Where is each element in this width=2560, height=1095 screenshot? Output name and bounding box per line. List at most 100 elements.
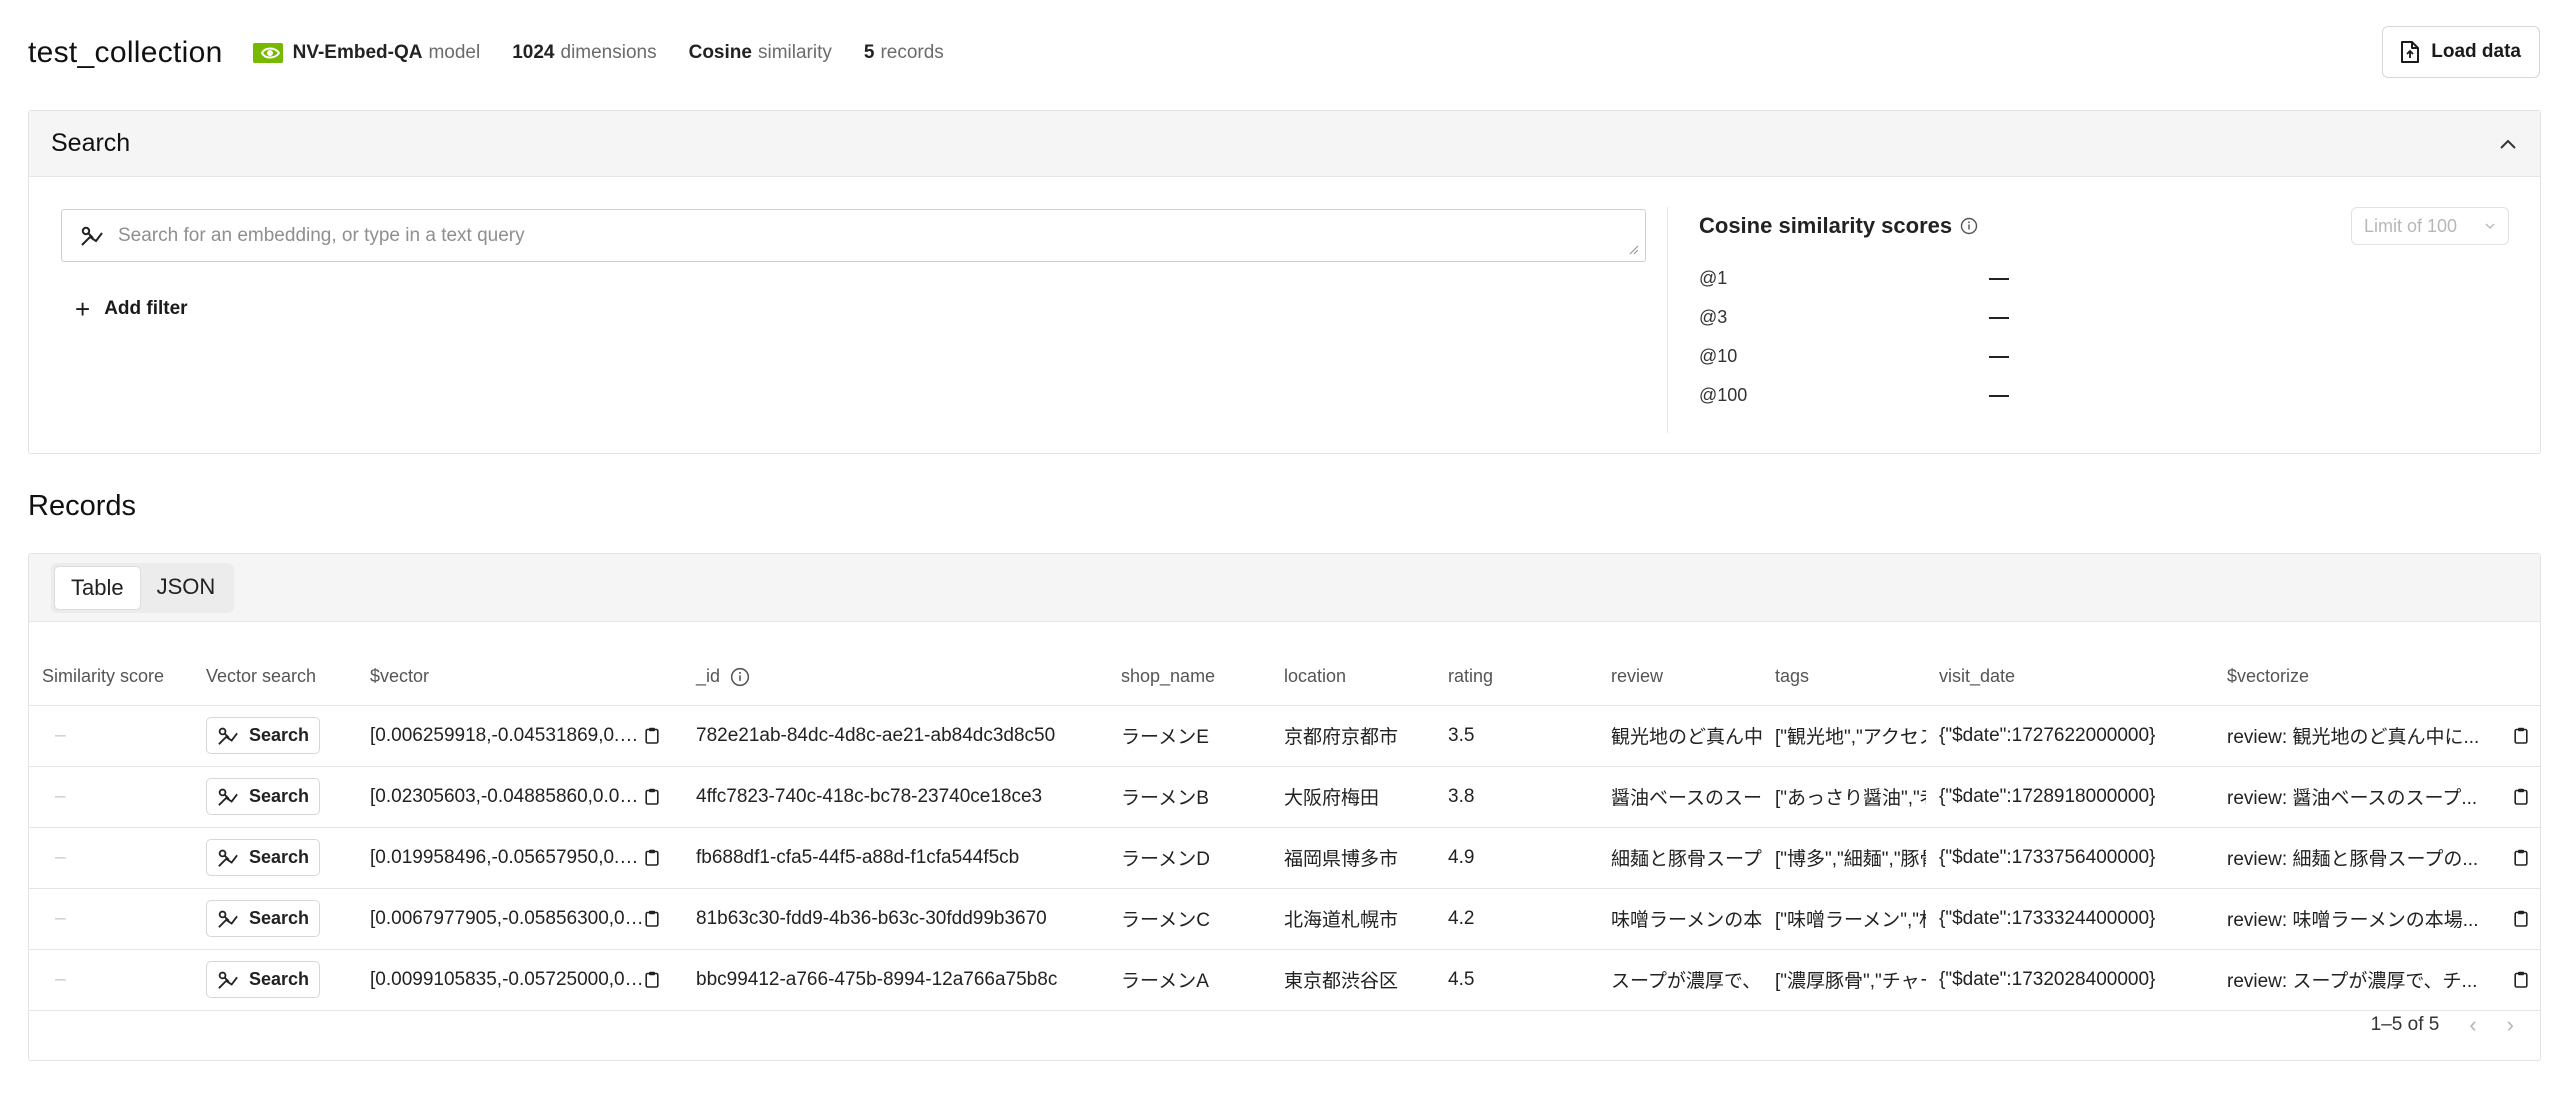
table-row[interactable]: – Search [0.019958496,-0.05657950,0.01234]…	[29, 826, 2540, 888]
vector-cell: [0.019958496,-0.05657950,0.01234]	[357, 826, 683, 888]
chevron-down-icon	[2485, 223, 2495, 230]
clipboard-copy-icon[interactable]	[2514, 788, 2528, 805]
score-list: @1 @3 @10 @100	[1699, 259, 2509, 415]
tags-cell: ["濃厚豚骨","チャーシュー"]	[1762, 948, 1926, 1011]
vector-search-button[interactable]: Search	[206, 900, 321, 937]
similarity-value: –	[55, 907, 66, 929]
records-section-title: Records	[28, 490, 136, 522]
column-header[interactable]: rating	[1435, 649, 1598, 705]
rating-cell: 4.5	[1435, 948, 1598, 1011]
table-row[interactable]: – Search [0.0067977905,-0.05856300,0.01234…	[29, 887, 2540, 949]
similarity-cell: –	[29, 765, 193, 827]
vector-search-button[interactable]: Search	[206, 839, 321, 876]
shop-name-cell: ラーメンC	[1108, 887, 1271, 949]
vector-search-button[interactable]: Search	[206, 778, 321, 815]
score-row: @10	[1699, 337, 2509, 376]
previous-page-icon[interactable]: ‹	[2469, 1012, 2476, 1038]
clipboard-copy-icon[interactable]	[645, 727, 659, 744]
table-row[interactable]: – Search [0.006259918,-0.04531869,0.01234]…	[29, 704, 2540, 766]
column-header[interactable]: review	[1598, 649, 1762, 705]
column-header[interactable]: shop_name	[1108, 649, 1271, 705]
clipboard-copy-icon[interactable]	[645, 910, 659, 927]
table-header-row: Similarity score Vector search $vector _…	[29, 649, 2540, 705]
load-data-label: Load data	[2431, 41, 2521, 62]
column-header[interactable]: Similarity score	[29, 649, 193, 705]
add-filter-label: Add filter	[104, 298, 188, 319]
info-icon[interactable]	[1960, 217, 1978, 235]
vectorize-value: review: 細麺と豚骨スープの...	[2227, 849, 2479, 870]
tab-table[interactable]: Table	[54, 565, 141, 610]
column-header-id[interactable]: _id	[683, 649, 1108, 705]
vectorize-cell: review: 味噌ラーメンの本場...	[2214, 887, 2540, 949]
search-input[interactable]	[118, 224, 1645, 247]
column-header-label: _id	[696, 666, 721, 687]
add-filter-button[interactable]: + Add filter	[75, 296, 188, 322]
vector-search-button[interactable]: Search	[206, 961, 321, 998]
clipboard-copy-icon[interactable]	[2514, 910, 2528, 927]
column-header[interactable]: tags	[1762, 649, 1926, 705]
similarity-cell: –	[29, 704, 193, 766]
score-label: @1	[1699, 268, 1728, 288]
vector-search-label: Search	[249, 786, 310, 806]
clipboard-copy-icon[interactable]	[2514, 849, 2528, 866]
clipboard-copy-icon[interactable]	[2514, 971, 2528, 988]
vector-search-label: Search	[249, 969, 310, 989]
vector-value: [0.006259918,-0.04531869,0.01234]	[370, 724, 645, 746]
plus-icon: +	[75, 294, 91, 324]
shop-name-cell: ラーメンD	[1108, 826, 1271, 888]
visit-date-cell: {"$date":1728918000000}	[1926, 765, 2214, 827]
metric-info: Cosine similarity	[689, 42, 832, 64]
dimensions-suffix: dimensions	[560, 42, 657, 63]
vectorize-value: review: スープが濃厚で、チ...	[2227, 971, 2478, 992]
id-cell: 4ffc7823-740c-418c-bc78-23740ce18ce3	[683, 765, 1108, 827]
column-header[interactable]: visit_date	[1926, 649, 2214, 705]
metric-suffix: similarity	[757, 42, 832, 63]
clipboard-copy-icon[interactable]	[2514, 727, 2528, 744]
chevron-up-icon[interactable]	[2498, 137, 2518, 151]
shop-name-cell: ラーメンB	[1108, 765, 1271, 827]
clipboard-copy-icon[interactable]	[645, 971, 659, 988]
id-cell: 81b63c30-fdd9-4b36-b63c-30fdd99b3670	[683, 887, 1108, 949]
column-header[interactable]: Vector search	[193, 649, 357, 705]
load-data-button[interactable]: Load data	[2382, 26, 2540, 78]
score-label: @3	[1699, 307, 1728, 327]
records-panel: Table JSON Similarity score Vector searc…	[28, 553, 2541, 1061]
vector-search-cell: Search	[193, 826, 357, 888]
model-name: NV-Embed-QA	[292, 42, 423, 63]
info-icon[interactable]	[730, 667, 750, 687]
dimensions-value: 1024	[512, 42, 555, 63]
column-header[interactable]: $vector	[357, 649, 683, 705]
vector-value: [0.0099105835,-0.05725000,0.01234]	[370, 968, 645, 990]
tab-json[interactable]: JSON	[141, 566, 232, 610]
visit-date-cell: {"$date":1727622000000}	[1926, 704, 2214, 766]
records-count-info: 5 records	[864, 42, 944, 64]
vector-cell: [0.0067977905,-0.05856300,0.01234]	[357, 887, 683, 949]
visit-date-cell: {"$date":1733756400000}	[1926, 826, 2214, 888]
search-panel-header[interactable]: Search	[29, 111, 2540, 177]
review-cell: 醤油ベースのスープ	[1598, 765, 1762, 827]
rating-cell: 3.5	[1435, 704, 1598, 766]
vector-search-button[interactable]: Search	[206, 717, 321, 754]
shop-name-cell: ラーメンE	[1108, 704, 1271, 766]
clipboard-copy-icon[interactable]	[645, 788, 659, 805]
next-page-icon[interactable]: ›	[2507, 1012, 2514, 1038]
score-row: @3	[1699, 298, 2509, 337]
column-header[interactable]: location	[1271, 649, 1435, 705]
vector-search-label: Search	[249, 908, 310, 928]
table-row[interactable]: – Search [0.0099105835,-0.05725000,0.01234…	[29, 948, 2540, 1011]
similarity-cell: –	[29, 826, 193, 888]
score-label: @10	[1699, 346, 1738, 366]
clipboard-copy-icon[interactable]	[645, 849, 659, 866]
vector-search-cell: Search	[193, 765, 357, 827]
resize-grip-icon[interactable]	[1627, 243, 1639, 255]
similarity-value: –	[55, 724, 66, 746]
column-header[interactable]: $vectorize	[2214, 649, 2540, 705]
search-input-wrapper[interactable]	[61, 209, 1646, 262]
vector-search-icon	[218, 727, 238, 745]
review-cell: 細麺と豚骨スープが	[1598, 826, 1762, 888]
table-row[interactable]: – Search [0.02305603,-0.04885860,0.01234] 4…	[29, 765, 2540, 827]
limit-select[interactable]: Limit of 100	[2351, 207, 2509, 245]
records-count-value: 5	[863, 42, 875, 63]
vector-search-label: Search	[249, 725, 310, 745]
location-cell: 福岡県博多市	[1271, 826, 1435, 888]
